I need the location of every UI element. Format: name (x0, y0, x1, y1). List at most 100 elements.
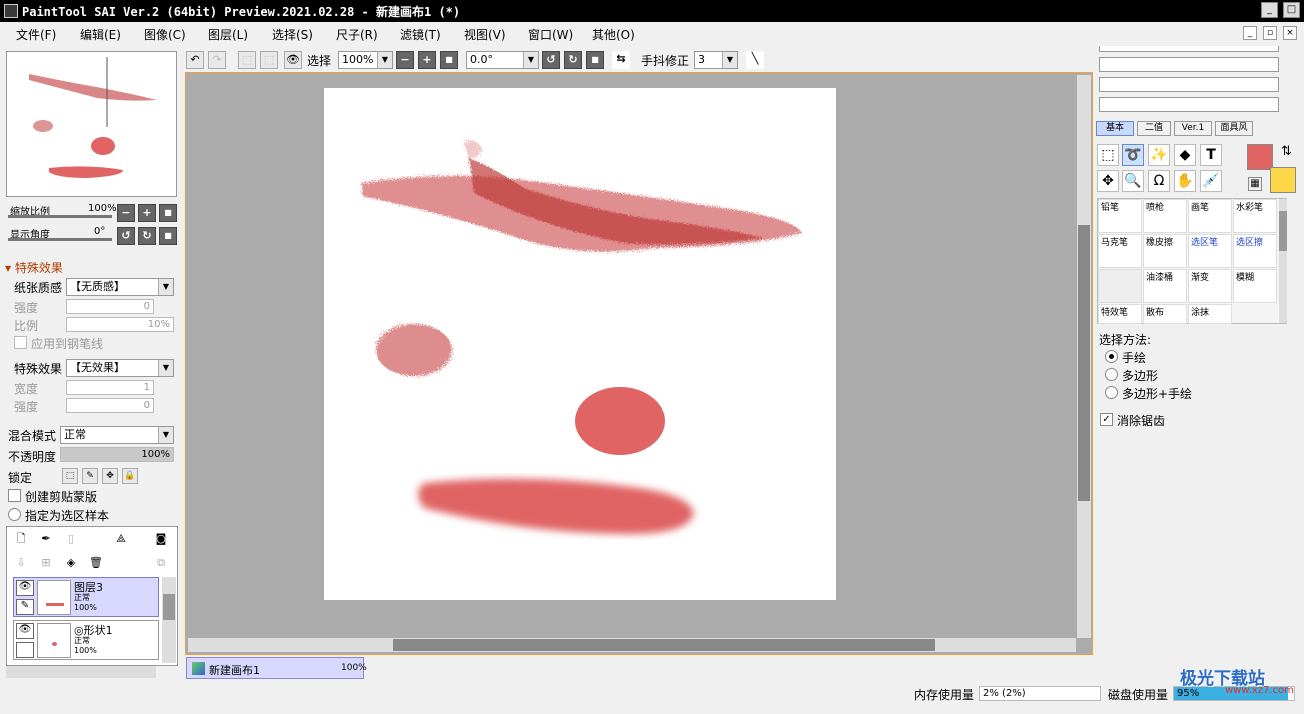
method-polygon-radio[interactable] (1105, 368, 1118, 381)
layer-effect-icon[interactable]: ⟁ (112, 531, 130, 549)
color-bar[interactable] (1099, 46, 1279, 52)
brush-scrollbar[interactable] (1279, 199, 1287, 323)
rotate-reset-button[interactable]: ■ (586, 51, 604, 69)
color-slider-1[interactable] (1099, 57, 1279, 72)
nav-zoom-reset-button[interactable]: ■ (159, 204, 177, 222)
tab-basic[interactable]: 基本 (1096, 121, 1134, 136)
layer-edit-toggle[interactable] (16, 642, 34, 658)
zoom-in-button[interactable]: + (418, 51, 436, 69)
eyedropper-icon[interactable]: 💉 (1200, 170, 1222, 192)
invert-selection-button[interactable]: ⬚ (260, 51, 278, 69)
brush-blur[interactable]: 模糊 (1233, 269, 1277, 303)
rotate-icon[interactable]: Ω (1148, 170, 1170, 192)
menu-view[interactable]: 视图(V) (464, 26, 506, 43)
trash-icon[interactable]: 🗑 (87, 555, 105, 573)
brush-pencil[interactable]: 铅笔 (1098, 199, 1142, 233)
nav-zoom-out-button[interactable]: − (117, 204, 135, 222)
brush-airbrush[interactable]: 喷枪 (1143, 199, 1187, 233)
secondary-color-swatch[interactable] (1270, 167, 1296, 193)
method-polygon-freehand-radio[interactable] (1105, 386, 1118, 399)
layer-item-shape1[interactable]: 👁 ◎形状1 正常 100% (13, 620, 159, 660)
canvas-vscrollbar[interactable] (1077, 75, 1091, 638)
color-slider-2[interactable] (1099, 77, 1279, 92)
menu-layer[interactable]: 图层(L) (208, 26, 248, 43)
nav-rotate-right-button[interactable]: ↻ (138, 227, 156, 245)
brush-marker[interactable]: 马克笔 (1098, 234, 1142, 268)
transparent-color-icon[interactable]: ▦ (1248, 177, 1262, 191)
eye-icon[interactable]: 👁 (16, 580, 34, 596)
nav-rotate-left-button[interactable]: ↺ (117, 227, 135, 245)
new-folder-icon[interactable]: ▯ (62, 531, 80, 549)
color-slider-3[interactable] (1099, 97, 1279, 112)
nav-zoom-in-button[interactable]: + (138, 204, 156, 222)
clear-layer-icon[interactable]: ◈ (62, 555, 80, 573)
strength-field[interactable]: 0 (66, 299, 154, 314)
scale-field[interactable]: 10% (66, 317, 174, 332)
flip-icon[interactable]: ⇆ (612, 51, 630, 69)
layer-scrollbar[interactable] (162, 577, 176, 663)
effect-select[interactable]: 【无效果】 ▼ (66, 359, 174, 377)
canvas-hscrollbar[interactable] (188, 638, 1076, 652)
paper-texture-select[interactable]: 【无质感】 ▼ (66, 278, 174, 296)
redo-button[interactable]: ↷ (208, 51, 226, 69)
canvas-paper[interactable] (324, 88, 836, 600)
lock-paint-icon[interactable]: ✎ (82, 468, 98, 484)
tab-ver1[interactable]: Ver.1 (1174, 121, 1212, 136)
brush-bucket[interactable]: 油漆桶 (1143, 269, 1187, 303)
zoom-reset-button[interactable]: ■ (440, 51, 458, 69)
lock-all-icon[interactable]: 🔒 (122, 468, 138, 484)
eye-icon[interactable]: 👁 (16, 623, 34, 639)
zoom-icon[interactable]: 🔍 (1122, 170, 1144, 192)
magic-wand-icon[interactable]: ✨ (1148, 144, 1170, 166)
brush-select-pen[interactable]: 选区笔 (1188, 234, 1232, 268)
brush-scatter[interactable]: 散布 (1143, 304, 1187, 324)
strength2-field[interactable]: 0 (66, 398, 154, 413)
tab-mask[interactable]: 面具风 (1215, 121, 1253, 136)
selection-sample-radio[interactable] (8, 508, 21, 521)
menu-image[interactable]: 图像(C) (144, 26, 186, 43)
merge-visible-icon[interactable]: ⧉ (152, 555, 170, 573)
transfer-down-icon[interactable]: ⊞ (37, 555, 55, 573)
menu-window[interactable]: 窗口(W) (528, 26, 573, 43)
clipping-mask-checkbox[interactable] (8, 489, 21, 502)
doc-restore-button[interactable]: ▫ (1263, 26, 1277, 40)
rotate-right-button[interactable]: ↻ (564, 51, 582, 69)
rotate-left-button[interactable]: ↺ (542, 51, 560, 69)
canvas-area[interactable] (185, 72, 1093, 655)
method-freehand-radio[interactable] (1105, 350, 1118, 363)
move-icon[interactable]: ✥ (1097, 170, 1119, 192)
layer-hscrollbar[interactable] (6, 666, 156, 678)
menu-ruler[interactable]: 尺子(R) (336, 26, 378, 43)
brush-empty[interactable] (1098, 269, 1142, 303)
merge-down-icon[interactable]: ⇩ (12, 555, 30, 573)
brush-effect[interactable]: 特效笔 (1098, 304, 1142, 324)
brush-brush[interactable]: 画笔 (1188, 199, 1232, 233)
shape-icon[interactable]: ◆ (1174, 144, 1196, 166)
doc-minimize-button[interactable]: _ (1243, 26, 1257, 40)
undo-button[interactable]: ↶ (186, 51, 204, 69)
antialias-checkbox[interactable]: ✓ (1100, 413, 1113, 426)
new-linework-layer-icon[interactable]: ✒ (37, 531, 55, 549)
tab-binary[interactable]: 二值 (1137, 121, 1171, 136)
menu-file[interactable]: 文件(F) (16, 26, 56, 43)
menu-filter[interactable]: 滤镜(T) (400, 26, 441, 43)
brush-watercolor[interactable]: 水彩笔 (1233, 199, 1277, 233)
zoom-select[interactable]: 100% ▼ (338, 51, 393, 69)
rotation-select[interactable]: 0.0° ▼ (466, 51, 539, 69)
zoom-out-button[interactable]: − (396, 51, 414, 69)
pencil-icon[interactable]: ✎ (16, 599, 34, 615)
swap-colors-icon[interactable]: ⇅ (1281, 144, 1292, 159)
apply-pen-checkbox[interactable] (14, 336, 27, 349)
straight-line-icon[interactable]: ╲ (746, 51, 764, 69)
zoom-slider[interactable] (8, 215, 112, 218)
rect-select-icon[interactable]: ⬚ (1097, 144, 1119, 166)
hand-icon[interactable]: ✋ (1174, 170, 1196, 192)
maximize-button[interactable]: □ (1283, 2, 1300, 18)
opacity-slider[interactable]: 100% (60, 447, 174, 462)
menu-edit[interactable]: 编辑(E) (80, 26, 121, 43)
navigator-preview[interactable] (6, 51, 177, 197)
lock-move-icon[interactable]: ✥ (102, 468, 118, 484)
menu-other[interactable]: 其他(O) (592, 26, 635, 43)
deselect-button[interactable]: ⬚ (238, 51, 256, 69)
layer-mask-icon[interactable]: ◙ (152, 531, 170, 549)
